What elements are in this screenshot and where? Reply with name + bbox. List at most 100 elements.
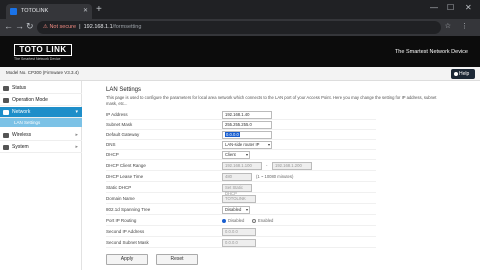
network-icon <box>3 110 9 115</box>
favicon-icon <box>10 8 17 15</box>
logo: TOTO LINK <box>14 44 72 56</box>
router-header: TOTO LINK The Smartest Network Device Th… <box>0 36 480 67</box>
static-dhcp-row: Static DHCP Set Static DHCP <box>106 184 376 196</box>
chevron-down-icon: ▾ <box>245 207 248 212</box>
forward-icon[interactable]: → <box>15 21 24 31</box>
dhcp-range-start-input[interactable]: 192.168.1.100 <box>222 162 262 170</box>
spanning-tree-select[interactable]: Disabled ▾ <box>222 206 250 214</box>
ip-address-row: IP Address 192.168.1.40 <box>106 111 376 120</box>
sidebar-item-operation-mode[interactable]: Operation Mode <box>0 95 82 106</box>
range-separator: - <box>266 163 268 168</box>
spanning-tree-row: 802.1d Spanning Tree Disabled ▾ <box>106 206 376 215</box>
chevron-down-icon: ▾ <box>75 109 78 115</box>
subnet-mask-input[interactable]: 255.255.255.0 <box>222 121 272 129</box>
chevron-right-icon: ▸ <box>75 132 78 138</box>
close-tab-icon[interactable]: ✕ <box>83 4 88 19</box>
window-close-icon[interactable]: ✕ <box>465 3 472 12</box>
browser-tab[interactable]: TOTOLINK ✕ <box>6 4 92 19</box>
subnet-mask-row: Subnet Mask 255.255.255.0 <box>106 121 376 130</box>
spanning-tree-value: Disabled <box>225 207 242 212</box>
help-button[interactable]: Help <box>451 69 475 79</box>
domain-name-row: Domain Name TOTOLINK <box>106 195 376 204</box>
sidebar: Status Operation Mode Network ▾ LAN Sett… <box>0 81 82 270</box>
dhcp-select[interactable]: Client ▾ <box>222 151 250 159</box>
second-mask-row: Second Subnet Mask 0.0.0.0 <box>106 239 376 248</box>
maximize-icon[interactable]: ☐ <box>447 3 454 12</box>
second-ip-label: Second IP Address <box>106 229 145 234</box>
static-dhcp-button[interactable]: Set Static DHCP <box>222 184 252 196</box>
routing-enabled-label: Enabled <box>258 218 274 223</box>
routing-disabled-radio[interactable]: Disabled <box>222 218 244 223</box>
spanning-tree-label: 802.1d Spanning Tree <box>106 207 151 212</box>
browser-tabbar: TOTOLINK ✕ + — ☐ ✕ <box>0 0 480 19</box>
system-icon <box>3 145 9 150</box>
dhcp-range-label: DHCP Client Range <box>106 163 146 168</box>
not-secure-badge[interactable]: ⚠ Not secure <box>43 24 76 30</box>
browser-menu-icons[interactable]: ☆ ⋮ <box>445 22 472 30</box>
dhcp-value: Client <box>225 152 236 157</box>
new-tab-button[interactable]: + <box>96 3 102 16</box>
default-gateway-input[interactable]: 0.0.0.0 <box>222 131 272 139</box>
address-bar: ← → ↻ ⚠ Not secure | 192.168.1.1/formset… <box>0 19 480 36</box>
default-gateway-value: 0.0.0.0 <box>225 132 240 137</box>
second-mask-label: Second Subnet Mask <box>106 240 149 245</box>
radio-selected-icon <box>222 218 226 223</box>
chevron-right-icon: ▸ <box>75 144 78 150</box>
tab-title: TOTOLINK <box>21 8 49 14</box>
dhcp-row: DHCP Client ▾ <box>106 151 376 160</box>
ip-address-label: IP Address <box>106 112 128 117</box>
logo-text: TOTO LINK <box>19 45 67 54</box>
sidebar-item-wireless[interactable]: Wireless ▸ <box>0 130 82 141</box>
dhcp-lease-label: DHCP Lease Time <box>106 174 144 179</box>
sidebar-item-label: Operation Mode <box>12 97 48 103</box>
sidebar-subitem-label: LAN Settings <box>14 120 41 125</box>
help-label: Help <box>459 71 470 77</box>
default-gateway-label: Default Gateway <box>106 132 140 137</box>
ip-routing-label: Port IP Routing <box>106 218 137 223</box>
sidebar-item-label: Wireless <box>12 132 32 138</box>
dhcp-lease-row: DHCP Lease Time 480 (1 ~ 10080 minutes) <box>106 173 376 182</box>
url-host: 192.168.1.1 <box>83 24 113 30</box>
dhcp-range-end-input[interactable]: 192.168.1.200 <box>272 162 312 170</box>
dhcp-lease-input[interactable]: 480 <box>222 173 252 181</box>
second-ip-input[interactable]: 0.0.0.0 <box>222 228 256 236</box>
dns-select[interactable]: LAN-side router IP ▾ <box>222 141 272 149</box>
page-title: LAN Settings <box>106 87 142 93</box>
sidebar-item-system[interactable]: System ▸ <box>0 142 82 153</box>
minimize-icon[interactable]: — <box>430 3 438 12</box>
status-icon <box>3 86 9 91</box>
dhcp-label: DHCP <box>106 152 119 157</box>
sidebar-item-status[interactable]: Status <box>0 83 82 94</box>
sidebar-subitem-lan-settings[interactable]: LAN Settings <box>0 118 82 127</box>
sidebar-item-label: Network <box>12 109 31 115</box>
reset-button[interactable]: Reset <box>156 254 198 265</box>
sidebar-item-label: Status <box>12 85 27 91</box>
url-path: /formsetting <box>112 24 142 30</box>
chevron-down-icon: ▾ <box>245 152 248 157</box>
header-slogan: The Smartest Network Device <box>394 49 468 55</box>
dns-label: DNS <box>106 142 116 147</box>
sidebar-item-label: System <box>12 144 29 150</box>
wireless-icon <box>3 133 9 138</box>
model-number: Model No. CP300 (Firmware V3.3.4) <box>6 70 79 75</box>
static-dhcp-label: Static DHCP <box>106 185 132 190</box>
dhcp-range-row: DHCP Client Range 192.168.1.100 - 192.16… <box>106 162 376 171</box>
domain-name-label: Domain Name <box>106 196 135 201</box>
chevron-down-icon: ▾ <box>267 142 270 147</box>
operation-mode-icon <box>3 98 9 103</box>
dns-value: LAN-side router IP <box>225 142 260 147</box>
domain-name-input[interactable]: TOTOLINK <box>222 195 256 203</box>
reload-icon[interactable]: ↻ <box>26 21 34 32</box>
routing-disabled-label: Disabled <box>228 218 245 223</box>
second-mask-input[interactable]: 0.0.0.0 <box>222 239 256 247</box>
back-icon[interactable]: ← <box>4 21 13 31</box>
logo-tagline: The Smartest Network Device <box>14 57 61 61</box>
page-description: This page is used to configure the param… <box>106 95 437 106</box>
routing-enabled-radio[interactable]: Enabled <box>252 218 273 223</box>
apply-button[interactable]: Apply <box>106 254 148 265</box>
ip-routing-row: Port IP Routing Disabled Enabled <box>106 217 376 226</box>
sidebar-item-network[interactable]: Network ▾ <box>0 107 82 118</box>
url-input[interactable]: ⚠ Not secure | 192.168.1.1/formsetting <box>37 21 441 34</box>
ip-address-input[interactable]: 192.168.1.40 <box>222 111 272 119</box>
model-bar: Model No. CP300 (Firmware V3.3.4) Help <box>0 67 480 81</box>
